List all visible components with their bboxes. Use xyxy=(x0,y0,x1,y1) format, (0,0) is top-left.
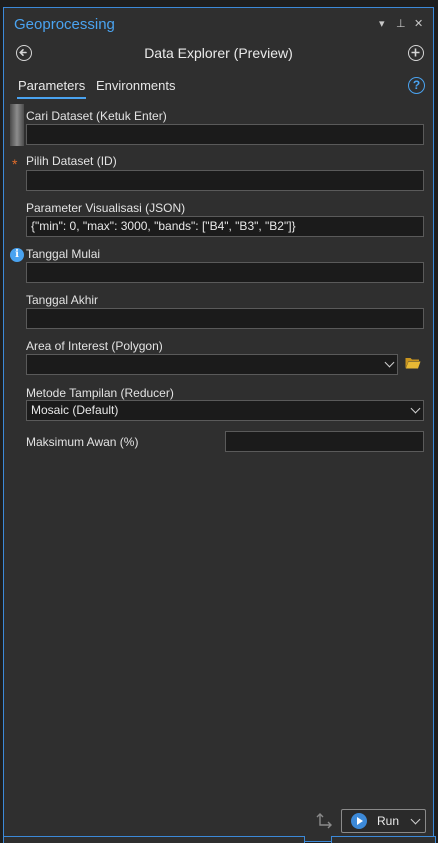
pane-title: Geoprocessing xyxy=(14,16,115,33)
label-start-date: Tanggal Mulai xyxy=(26,247,101,261)
run-button[interactable]: Run xyxy=(341,809,426,833)
tool-title: Data Explorer (Preview) xyxy=(144,45,293,61)
tab-environments[interactable]: Environments xyxy=(96,78,175,93)
start-date-input[interactable] xyxy=(26,262,424,283)
tool-header: Data Explorer (Preview) xyxy=(4,42,433,68)
dataset-id-input[interactable] xyxy=(26,170,424,191)
help-icon[interactable]: ? xyxy=(408,77,425,94)
label-aoi: Area of Interest (Polygon) xyxy=(26,339,163,353)
label-dataset-id: Pilih Dataset (ID) xyxy=(26,154,117,168)
pane-options-dropdown[interactable]: ▾ xyxy=(379,17,385,30)
plus-icon xyxy=(411,48,420,57)
info-icon[interactable]: i xyxy=(10,248,24,262)
vis-params-input[interactable]: {"min": 0, "max": 3000, "bands": ["B4", … xyxy=(26,216,424,237)
reducer-dropdown[interactable]: Mosaic (Default) xyxy=(26,400,424,421)
label-max-cloud: Maksimum Awan (%) xyxy=(26,435,139,449)
geoprocessing-pane: Geoprocessing ▾ ⊥ ✕ Data Explorer (Previ… xyxy=(3,7,434,842)
close-icon[interactable]: ✕ xyxy=(414,17,423,30)
label-end-date: Tanggal Akhir xyxy=(26,293,99,307)
pin-icon[interactable]: ⊥ xyxy=(396,17,406,30)
swap-icon[interactable] xyxy=(316,813,334,829)
aoi-dropdown[interactable] xyxy=(26,354,398,375)
label-search-dataset: Cari Dataset (Ketuk Enter) xyxy=(26,109,167,123)
end-date-input[interactable] xyxy=(26,308,424,329)
chevron-down-icon[interactable] xyxy=(410,814,421,825)
chevron-down-icon xyxy=(384,357,395,368)
tab-parameters[interactable]: Parameters xyxy=(16,78,87,99)
resize-handle[interactable] xyxy=(10,104,24,146)
search-dataset-input[interactable] xyxy=(26,124,424,145)
label-vis-params: Parameter Visualisasi (JSON) xyxy=(26,201,186,215)
add-button[interactable] xyxy=(408,45,424,61)
folder-open-icon[interactable] xyxy=(405,357,421,369)
max-cloud-input[interactable] xyxy=(225,431,424,452)
required-marker-icon: * xyxy=(12,156,18,172)
play-icon xyxy=(351,813,367,829)
chevron-down-icon xyxy=(410,403,421,414)
label-reducer: Metode Tampilan (Reducer) xyxy=(26,386,174,400)
reducer-value: Mosaic (Default) xyxy=(31,403,119,417)
run-label: Run xyxy=(377,814,400,828)
